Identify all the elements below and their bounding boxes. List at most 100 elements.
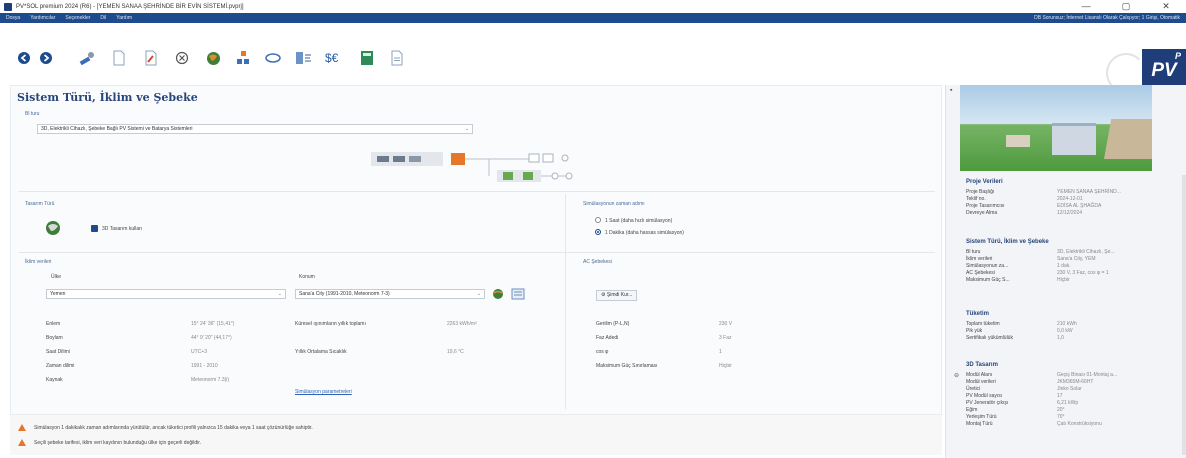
cancel-icon[interactable]: [172, 50, 192, 66]
chevron-down-icon: ⌄: [476, 291, 481, 297]
radio-1-minute[interactable]: [595, 229, 601, 235]
phase-label: Faz Adedi: [596, 335, 619, 341]
cos-phi-label: cos φ: [596, 349, 609, 355]
design-row-label: Montaj Türü: [966, 421, 993, 427]
page-icon[interactable]: [109, 50, 129, 66]
report-icon[interactable]: [387, 50, 407, 66]
country-label: Ülke: [51, 274, 62, 280]
menu-language[interactable]: Dil: [100, 15, 106, 21]
design-row-label: PV Modül sayısı: [966, 393, 1003, 399]
menu-options[interactable]: Seçenekler: [65, 15, 90, 21]
system-row-label: Maksimum Güç S...: [966, 277, 1010, 283]
consumption-title: Tüketim: [966, 311, 990, 317]
globe-icon[interactable]: [203, 50, 223, 66]
irradiation-label: Küresel ışınımların yıllık toplamı: [295, 321, 366, 327]
simulation-option-minute: 1 Dakika (daha hassas simülasyon): [605, 230, 684, 236]
project-row-value: 2024-12-01: [1057, 196, 1083, 202]
inverter-icon[interactable]: [293, 50, 313, 66]
3d-design-checkbox[interactable]: [91, 225, 98, 232]
irradiation-value: 2263 kWh/m²: [447, 321, 477, 327]
simulation-params-link[interactable]: Simülasyon parametreleri: [295, 389, 352, 395]
chevron-down-icon: ⌄: [277, 291, 282, 297]
system-row-value: Sana'a City, YEM: [1057, 256, 1096, 262]
diagram-grid-point: [561, 154, 569, 162]
warnings-area: Simülasyon 1 dakikalık zaman adımlarında…: [10, 415, 942, 455]
source-label: Kaynak: [46, 377, 63, 383]
maximize-button[interactable]: ▢: [1106, 0, 1146, 13]
3d-preview[interactable]: [960, 85, 1152, 171]
forward-icon[interactable]: [36, 50, 56, 66]
diagram-meter: [542, 153, 554, 163]
3d-design-icon: [46, 221, 60, 235]
3d-preview-building: [1006, 135, 1030, 147]
menu-help[interactable]: Yardım: [116, 15, 132, 21]
diagram-meter: [528, 153, 540, 163]
collapse-icon[interactable]: ▪: [950, 87, 952, 94]
app-icon: [4, 2, 12, 11]
menu-file[interactable]: Dosya: [6, 15, 20, 21]
timezone-value: UTC+3: [191, 349, 207, 355]
edit-document-icon[interactable]: [141, 50, 161, 66]
design-row-value: Jinko Solar: [1057, 386, 1082, 392]
expand-icon[interactable]: ⊖: [954, 372, 959, 379]
warning-icon: [18, 439, 26, 446]
latitude-label: Enlem: [46, 321, 61, 327]
system-row-value: Hiçbir: [1057, 277, 1070, 283]
license-status: DB Sorunsuz; İnternet Lisanslı Olarak Ça…: [1034, 15, 1180, 21]
consumption-row-value: 210 kWh: [1057, 321, 1077, 327]
warning-icon: [18, 424, 26, 431]
design-row-value: JKM365M-66HT: [1057, 379, 1094, 385]
project-row-label: Proje Başlığı: [966, 189, 995, 195]
simulation-label: Simülasyonun zaman adımı: [583, 201, 645, 207]
system-type-select[interactable]: 3D, Elektrikli Cihazlı, Şebeke Bağlı PV …: [37, 124, 473, 134]
country-select[interactable]: Yemen ⌄: [46, 289, 286, 299]
climate-label: İklim verileri: [25, 259, 52, 265]
divider: [19, 252, 935, 253]
cos-phi-value: 1: [719, 349, 722, 355]
close-button[interactable]: ✕: [1146, 0, 1186, 13]
design-row-value: Geçiş Binası 01-Montaj a...: [1057, 372, 1118, 378]
pv-modules-icon[interactable]: [233, 50, 253, 66]
currency-icon[interactable]: $€: [323, 50, 349, 66]
3d-preview-house: [1052, 123, 1096, 155]
back-icon[interactable]: [14, 50, 34, 66]
design-type-label: Tasarım Türü: [25, 201, 55, 207]
ring-icon[interactable]: [263, 50, 283, 66]
system-row-label: Bl turu: [966, 249, 981, 255]
timezone-label: Saat Dilimi: [46, 349, 70, 355]
climate-data-icon[interactable]: [511, 288, 525, 300]
minimize-button[interactable]: —: [1066, 0, 1106, 13]
project-row-value: EDİSA AL ŞHAĞDA: [1057, 203, 1102, 209]
system-row-label: AC Şebekesi: [966, 270, 995, 276]
radio-1-hour[interactable]: [595, 217, 601, 223]
ac-grid-label: AC Şebekesi: [583, 259, 612, 265]
menu-tools[interactable]: Yardımcılar: [30, 15, 55, 21]
design-row-value: 70°: [1057, 414, 1065, 420]
system-diagram: [371, 152, 573, 182]
system-row-label: İklim verileri: [966, 256, 993, 262]
warning-item: Simülasyon 1 dakikalık zaman adımlarında…: [18, 424, 313, 431]
consumption-row-label: Sertifikalı yükümlülük: [966, 335, 1013, 341]
chevron-down-icon: ⌄: [464, 126, 469, 132]
project-row-value: YEMEN SANAA ŞEHRİND...: [1057, 189, 1121, 195]
project-row-label: Proje Tasarımcısı: [966, 203, 1005, 209]
source-value: Meteonorm 7.3(i): [191, 377, 230, 383]
consumption-row-value: 0,0 kW: [1057, 328, 1073, 334]
project-row-label: Teklif no.: [966, 196, 986, 202]
wrench-icon[interactable]: [77, 50, 97, 66]
main-panel: Sistem Türü, İklim ve Şebeke Bl turu 3D,…: [10, 85, 942, 415]
menu-bar: Dosya Yardımcılar Seçenekler Dil Yardım …: [0, 13, 1186, 23]
consumption-row-label: Toplam tüketim: [966, 321, 1000, 327]
configure-now-button[interactable]: ⚙ Şimdi Kur...: [596, 290, 638, 301]
page-title: Sistem Türü, İklim ve Şebeke: [17, 91, 198, 104]
temperature-value: 19,6 °C: [447, 349, 464, 355]
map-globe-icon[interactable]: [491, 288, 505, 300]
divider: [565, 194, 566, 409]
pv-logo: P PV: [1142, 49, 1186, 85]
scrollbar[interactable]: [1182, 175, 1186, 455]
simulation-option-hour: 1 Saat (daha hızlı simülasyon): [605, 218, 673, 224]
calculator-icon[interactable]: [357, 50, 377, 66]
system-type-label: Bl turu: [25, 111, 40, 117]
location-select[interactable]: Sana'a City (1991-2010, Meteonorm 7-3) ⌄: [295, 289, 485, 299]
power-limit-value: Hiçbir: [719, 363, 732, 369]
